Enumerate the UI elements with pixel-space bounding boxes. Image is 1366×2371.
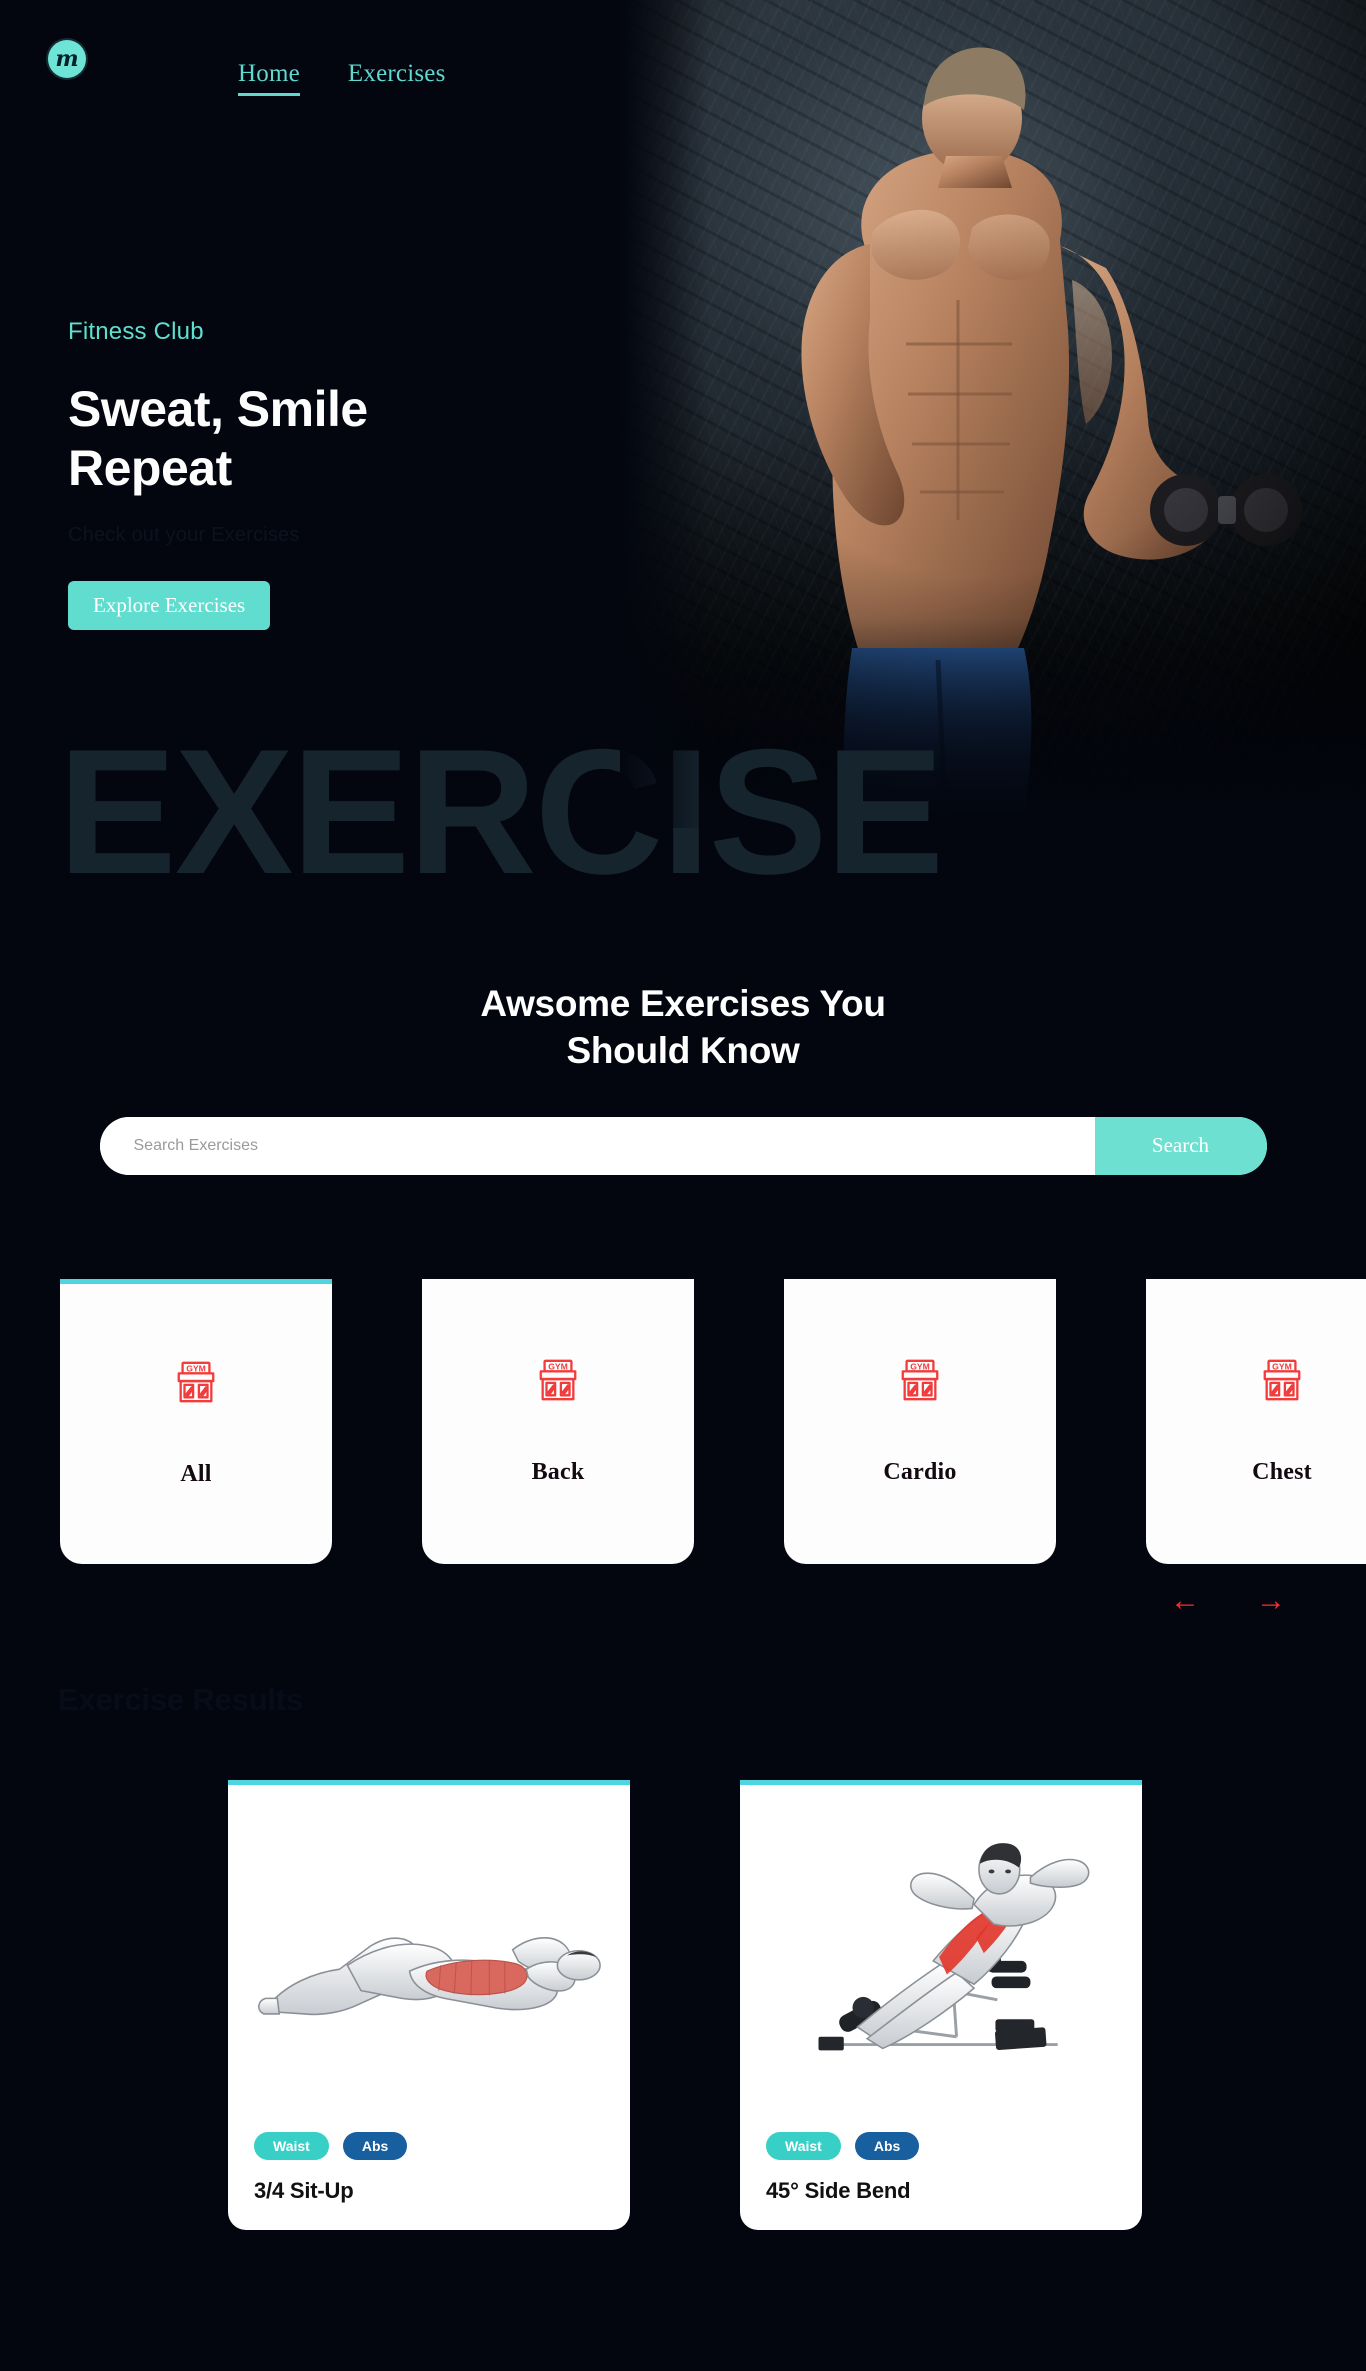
exercise-card[interactable]: Waist Abs 45° Side Bend — [740, 1779, 1142, 2230]
gym-building-icon: GYM — [177, 1361, 215, 1403]
hero-copy: Fitness Club Sweat, Smile Repeat Check o… — [68, 318, 588, 630]
tag-waist[interactable]: Waist — [254, 2131, 329, 2160]
tag-abs[interactable]: Abs — [854, 2131, 920, 2160]
gym-building-icon: GYM — [901, 1359, 939, 1401]
exercise-tags: Waist Abs — [254, 2131, 604, 2160]
exercise-image — [740, 1784, 1142, 2132]
category-label: All — [180, 1461, 212, 1488]
exercise-name: 3/4 Sit-Up — [254, 2177, 354, 2203]
side-bend-bench-illustration — [818, 1843, 1090, 2051]
carousel-arrows: ← → — [0, 1585, 1366, 1616]
svg-text:GYM: GYM — [910, 1361, 930, 1371]
hero-subtitle: Check out your Exercises — [68, 524, 300, 546]
category-track: GYM All GYM Back GYM Cardio GYM Chest — [60, 1278, 1366, 1564]
exercises-section: Awsome Exercises You Should Know Search — [0, 980, 1366, 2230]
exercise-results-row: Waist Abs 3/4 Sit-Up Waist Abs 45° Side … — [0, 1779, 1366, 2230]
hero-eyebrow: Fitness Club — [68, 318, 204, 345]
hero-watermark: EXERCISE — [58, 712, 944, 911]
hero-section: EXERCISE m Home Exercises Fitness Club S… — [0, 0, 1366, 980]
section-heading-line-2: Should Know — [566, 1030, 800, 1072]
tag-abs[interactable]: Abs — [342, 2131, 408, 2160]
exercise-meta: Waist Abs 45° Side Bend — [740, 2131, 1142, 2230]
hero-title: Sweat, Smile Repeat — [68, 380, 588, 498]
category-label: Cardio — [883, 1458, 957, 1485]
svg-text:GYM: GYM — [186, 1364, 206, 1374]
gym-building-icon: GYM — [1263, 1359, 1301, 1401]
gym-building-icon: GYM — [539, 1359, 577, 1401]
category-card-back[interactable]: GYM Back — [422, 1278, 694, 1564]
category-card-cardio[interactable]: GYM Cardio — [784, 1278, 1056, 1564]
exercise-name: 45° Side Bend — [766, 2177, 911, 2203]
category-label: Back — [531, 1458, 585, 1485]
athlete-illustration — [620, 0, 1366, 828]
page-root: EXERCISE m Home Exercises Fitness Club S… — [0, 0, 1366, 2371]
top-navigation: m Home Exercises — [0, 0, 1366, 120]
brand-logo-icon[interactable]: m — [48, 40, 86, 78]
nav-item-home[interactable]: Home — [238, 60, 300, 96]
hero-photo — [620, 0, 1366, 828]
tag-waist[interactable]: Waist — [766, 2131, 841, 2160]
arrow-left-icon[interactable]: ← — [1170, 1585, 1200, 1616]
hero-title-line-2: Repeat — [68, 440, 232, 496]
search-input[interactable] — [99, 1116, 1095, 1175]
arrow-right-icon[interactable]: → — [1256, 1585, 1286, 1616]
section-heading-line-1: Awsome Exercises You — [480, 983, 886, 1024]
category-card-chest[interactable]: GYM Chest — [1146, 1278, 1366, 1564]
results-heading: Exercise Results — [58, 1681, 303, 1717]
exercise-image — [228, 1784, 630, 2132]
nav-links: Home Exercises — [238, 60, 446, 96]
svg-text:GYM: GYM — [1272, 1361, 1292, 1371]
hero-title-line-1: Sweat, Smile — [68, 381, 368, 437]
search-bar: Search — [99, 1116, 1267, 1175]
exercise-meta: Waist Abs 3/4 Sit-Up — [228, 2131, 630, 2230]
nav-item-exercises[interactable]: Exercises — [348, 60, 446, 93]
section-heading: Awsome Exercises You Should Know — [303, 980, 1063, 1075]
search-button[interactable]: Search — [1094, 1116, 1267, 1175]
svg-text:GYM: GYM — [548, 1361, 568, 1371]
category-label: Chest — [1252, 1458, 1312, 1485]
category-carousel: GYM All GYM Back GYM Cardio GYM Chest — [0, 1278, 1366, 1564]
exercise-card[interactable]: Waist Abs 3/4 Sit-Up — [228, 1779, 630, 2230]
exercise-tags: Waist Abs — [766, 2131, 1116, 2160]
explore-exercises-button[interactable]: Explore Exercises — [68, 581, 271, 630]
category-card-all[interactable]: GYM All — [60, 1278, 332, 1564]
situp-illustration — [258, 1936, 601, 2015]
